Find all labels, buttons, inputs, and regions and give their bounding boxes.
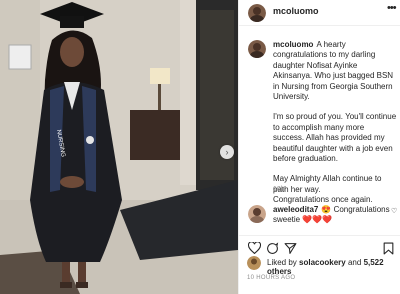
caption-paragraph: May Almighty Allah continue to path her … [273,174,382,205]
post-details-panel: mcoluomo ••• mcoluomo A hearty congratula… [238,0,400,294]
like-comment-heart-icon[interactable]: ♡ [391,207,397,215]
commenter-avatar[interactable] [248,205,266,223]
author-username[interactable]: mcoluomo [273,6,319,16]
post-photo[interactable]: NURSING › [0,0,238,294]
post-caption: mcoluomo A hearty congratulations to my d… [273,40,397,206]
share-paper-plane-icon[interactable] [283,241,297,255]
liker-username[interactable]: solacookery [299,258,346,267]
comment-hearts: ❤️❤️❤️ [302,215,333,225]
post-header: mcoluomo ••• [239,0,400,26]
caption-paragraph: mcoluomo A hearty congratulations to my d… [273,40,394,102]
bookmark-icon[interactable] [381,241,395,255]
author-avatar[interactable] [248,4,266,22]
comment-bubble-icon[interactable] [265,241,279,255]
carousel-next-button[interactable]: › [220,145,234,159]
likes-summary: Liked by solacookery and 5,522 others [267,258,384,276]
ellipsis-icon[interactable]: ••• [387,2,397,14]
chevron-right-icon: › [225,147,229,157]
like-heart-icon[interactable] [247,241,261,255]
commenter-username[interactable]: aweleodita7 [273,205,318,214]
caption-username[interactable]: mcoluomo [273,40,313,49]
caption-time[interactable]: 10h [273,186,285,193]
graduation-photo: NURSING [0,0,238,294]
action-bar [239,235,400,254]
comment-emoji: 😍 [321,205,332,214]
post-timestamp[interactable]: 10 HOURS AGO [247,275,295,281]
caption-author-avatar[interactable] [248,40,266,58]
comment: aweleodita7 😍 Congratulations sweetie ❤️❤… [273,205,397,226]
caption-paragraph: I'm so proud of you. You'll continue to … [273,112,397,164]
liker-avatar[interactable] [247,256,261,270]
